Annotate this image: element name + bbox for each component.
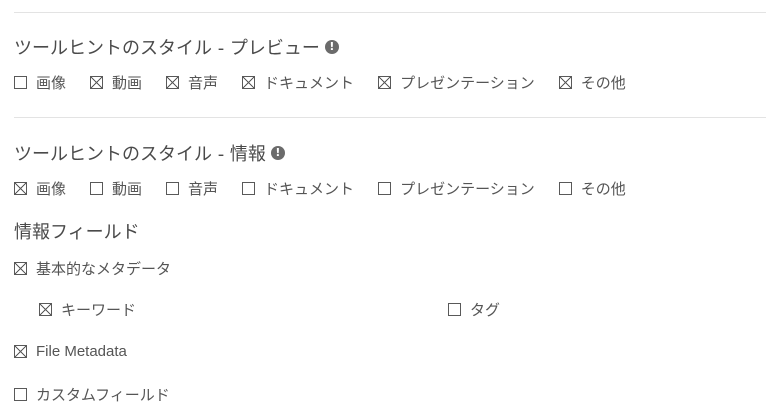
preview-option-video[interactable]: 動画 — [90, 72, 142, 93]
info-fields-heading: 情報フィールド — [14, 222, 140, 243]
info-option-other[interactable]: その他 — [558, 178, 626, 199]
checkbox[interactable] — [242, 182, 256, 195]
info-icon[interactable]: ! — [324, 40, 339, 54]
info-option-presentation[interactable]: プレゼンテーション — [378, 178, 535, 199]
info-option-image[interactable]: 画像 — [14, 178, 66, 199]
keywords-option[interactable]: キーワード — [39, 299, 136, 320]
preview-section-title: ツールヒントのスタイル - プレビュー ! — [14, 34, 339, 60]
checkbox[interactable] — [448, 303, 461, 316]
info-option-audio[interactable]: 音声 — [166, 178, 218, 199]
checkbox[interactable] — [166, 182, 180, 195]
preview-option-other[interactable]: その他 — [558, 72, 626, 93]
checkbox-label: 動画 — [112, 180, 143, 198]
custom-fields-option[interactable]: カスタムフィールド — [14, 384, 170, 405]
checkbox-label: 音声 — [188, 74, 219, 92]
tags-option[interactable]: タグ — [448, 299, 500, 320]
checkbox-label: プレゼンテーション — [400, 74, 535, 92]
preview-option-audio[interactable]: 音声 — [166, 72, 218, 93]
section-divider-middle — [14, 117, 766, 118]
checkbox-label: 画像 — [36, 180, 67, 198]
checkbox[interactable] — [90, 76, 104, 89]
preview-option-presentation[interactable]: プレゼンテーション — [378, 72, 535, 93]
checkbox-label: 基本的なメタデータ — [36, 260, 172, 278]
checkbox[interactable] — [39, 303, 52, 316]
checkbox-label: ドキュメント — [264, 74, 355, 92]
checkbox[interactable] — [14, 262, 27, 275]
info-icon[interactable]: ! — [270, 146, 285, 160]
checkbox[interactable] — [378, 182, 392, 195]
info-options-row: 画像 動画 音声 ドキュメント プレゼンテーション その他 — [14, 178, 650, 199]
checkbox-label: 音声 — [188, 180, 219, 198]
checkbox[interactable] — [14, 388, 27, 401]
checkbox[interactable] — [14, 345, 27, 358]
checkbox[interactable] — [14, 76, 27, 89]
checkbox-label: 画像 — [36, 74, 67, 92]
info-option-document[interactable]: ドキュメント — [242, 178, 354, 199]
checkbox-label: 動画 — [112, 74, 143, 92]
preview-section-title-text: ツールヒントのスタイル - プレビュー — [14, 38, 320, 59]
checkbox[interactable] — [90, 182, 104, 195]
checkbox-label: キーワード — [61, 301, 137, 319]
checkbox[interactable] — [14, 182, 27, 195]
section-divider-top — [14, 12, 766, 13]
checkbox[interactable] — [558, 182, 572, 195]
info-option-video[interactable]: 動画 — [90, 178, 142, 199]
checkbox[interactable] — [242, 76, 256, 89]
checkbox-label: プレゼンテーション — [400, 180, 535, 198]
checkbox-label: その他 — [580, 74, 626, 92]
checkbox[interactable] — [378, 76, 392, 89]
checkbox-label: タグ — [470, 301, 501, 319]
preview-option-document[interactable]: ドキュメント — [242, 72, 354, 93]
checkbox-label: その他 — [580, 180, 626, 198]
checkbox[interactable] — [558, 76, 572, 89]
preview-options-row: 画像 動画 音声 ドキュメント プレゼンテーション その他 — [14, 72, 650, 93]
basic-metadata-option[interactable]: 基本的なメタデータ — [14, 258, 171, 279]
file-metadata-option[interactable]: File Metadata — [14, 343, 127, 360]
checkbox-label: カスタムフィールド — [36, 386, 170, 404]
preview-option-image[interactable]: 画像 — [14, 72, 66, 93]
info-section-title: ツールヒントのスタイル - 情報 ! — [14, 140, 285, 166]
checkbox-label: File Metadata — [36, 343, 127, 360]
checkbox[interactable] — [166, 76, 180, 89]
checkbox-label: ドキュメント — [264, 180, 355, 198]
info-section-title-text: ツールヒントのスタイル - 情報 — [14, 144, 266, 165]
